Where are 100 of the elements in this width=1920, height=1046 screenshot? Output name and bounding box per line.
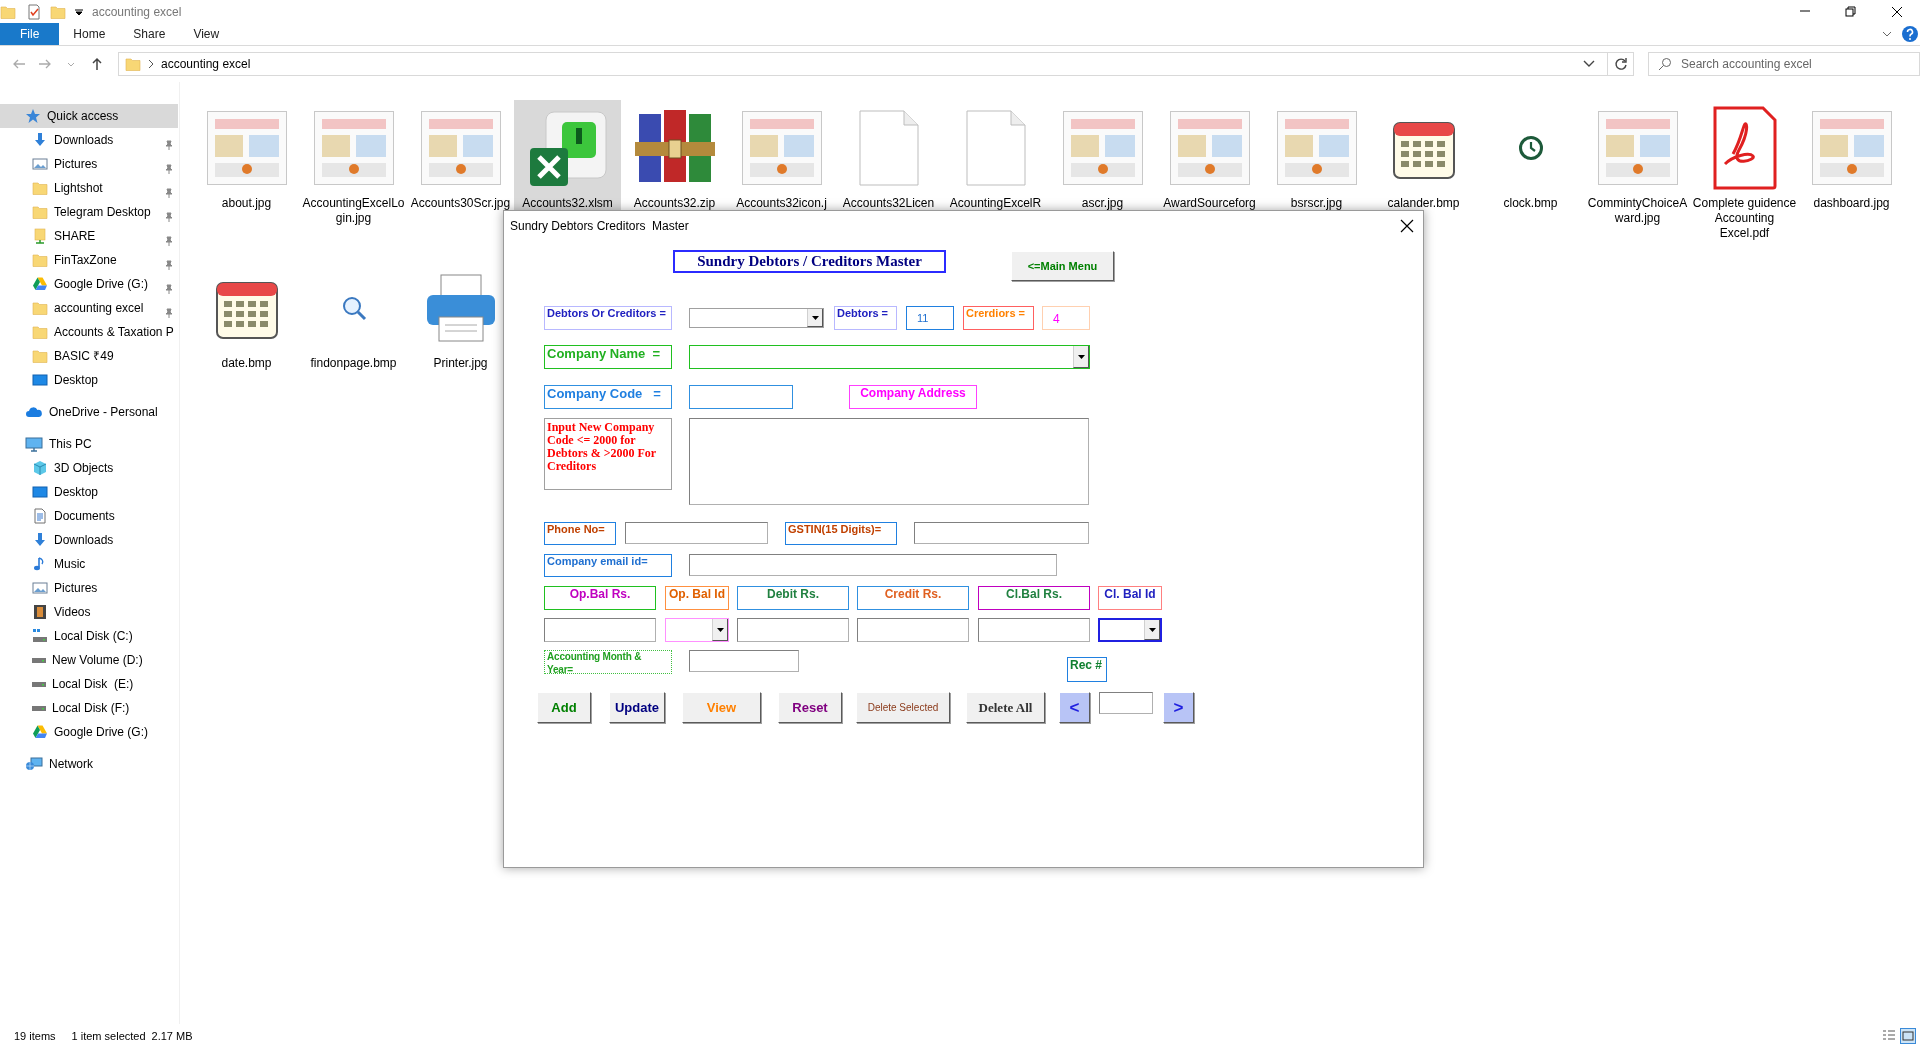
cube-icon	[32, 460, 48, 476]
nav-item[interactable]: BASIC ₹49	[0, 344, 178, 368]
cloud-icon	[25, 404, 43, 420]
column-header: Op.Bal Rs.	[544, 586, 656, 610]
file-item[interactable]: date.bmp	[193, 260, 300, 420]
hard-drive-icon	[32, 705, 46, 711]
text-field[interactable]	[914, 522, 1089, 544]
column-header: Credit Rs.	[857, 586, 969, 610]
nav-item[interactable]: Google Drive (G:)	[0, 720, 178, 744]
nav-item[interactable]: SHARE	[0, 224, 178, 248]
drive-logo-icon	[32, 724, 48, 740]
file-item[interactable]: CommintyChoiceAward.jpg	[1584, 100, 1691, 260]
ribbon-tab[interactable]: File	[0, 23, 60, 45]
nav-item[interactable]: Desktop	[0, 480, 178, 504]
nav-item[interactable]: Local Disk (F:)	[0, 696, 178, 720]
nav-item[interactable]: OneDrive - Personal	[0, 400, 178, 424]
network-icon	[25, 756, 43, 772]
dropdown[interactable]	[665, 618, 729, 642]
nav-item[interactable]: Google Drive (G:)	[0, 272, 178, 296]
folder-icon	[32, 204, 48, 220]
ribbon-tab[interactable]: Share	[119, 23, 180, 45]
nav-item[interactable]: Telegram Desktop	[0, 200, 178, 224]
nav-item[interactable]: Downloads	[0, 128, 178, 152]
ribbon-tab[interactable]: View	[179, 23, 234, 45]
file-item[interactable]: about.jpg	[193, 100, 300, 260]
text-field[interactable]	[737, 618, 849, 642]
text-field[interactable]	[689, 385, 793, 409]
file-item[interactable]: bsrscr.jpg	[1263, 100, 1370, 260]
window-title: accounting excel	[92, 4, 182, 21]
count-display: 4	[1042, 306, 1090, 330]
picture-icon	[32, 156, 48, 172]
nav-item[interactable]: Network	[0, 752, 178, 776]
text-field[interactable]	[978, 618, 1090, 642]
nav-item[interactable]: New Volume (D:)	[0, 648, 178, 672]
form-button[interactable]: Delete Selected	[856, 692, 950, 723]
file-item[interactable]: dashboard.jpg	[1798, 100, 1905, 260]
selection-info: 1 item selected	[71, 1028, 146, 1044]
form-button[interactable]: Add	[537, 692, 591, 723]
nav-item[interactable]: Local Disk (E:)	[0, 672, 178, 696]
close-icon	[1891, 6, 1903, 18]
field-label: Debtors Or Creditors =	[544, 306, 672, 330]
folder-icon	[32, 324, 48, 340]
previous-button[interactable]: <	[1059, 692, 1090, 723]
nav-item[interactable]: 3D Objects	[0, 456, 178, 480]
nav-item[interactable]: accounting excel	[0, 296, 178, 320]
dropdown[interactable]	[1098, 618, 1162, 642]
dropdown-arrow-icon	[74, 7, 84, 17]
form-button[interactable]: Reset	[778, 692, 842, 723]
nav-item[interactable]: Videos	[0, 600, 178, 624]
column-header: Op. Bal Id	[665, 586, 729, 610]
document-icon	[32, 508, 48, 524]
file-item[interactable]: Printer.jpg	[407, 260, 514, 420]
picture-icon	[32, 580, 48, 596]
restore-icon	[1845, 6, 1857, 18]
ribbon-tab[interactable]: Home	[59, 23, 120, 45]
next-button[interactable]: >	[1163, 692, 1194, 723]
form-button[interactable]: Delete All	[966, 692, 1045, 723]
nav-item[interactable]: Lightshot	[0, 176, 178, 200]
file-item[interactable]: calander.bmp	[1370, 100, 1477, 260]
file-item[interactable]: findonpage.bmp	[300, 260, 407, 420]
nav-item[interactable]: Pictures	[0, 576, 178, 600]
main-menu-button[interactable]: <=Main Menu	[1011, 251, 1114, 281]
nav-item[interactable]: FinTaxZone	[0, 248, 178, 272]
refresh-button[interactable]	[1608, 52, 1634, 76]
text-field[interactable]	[689, 650, 799, 672]
text-field[interactable]	[625, 522, 768, 544]
nav-item[interactable]: Pictures	[0, 152, 178, 176]
form-button[interactable]: Update	[609, 692, 665, 723]
file-item[interactable]: AwardSourceforg	[1156, 100, 1263, 260]
nav-item[interactable]: Local Disk (C:)	[0, 624, 178, 648]
address-field[interactable]	[689, 418, 1089, 505]
nav-item[interactable]: Downloads	[0, 528, 178, 552]
text-field[interactable]	[544, 618, 656, 642]
up-icon	[90, 57, 104, 71]
nav-item[interactable]: Documents	[0, 504, 178, 528]
text-field[interactable]	[689, 554, 1057, 576]
text-field[interactable]	[857, 618, 969, 642]
file-item[interactable]: Complete guidence Accounting Excel.pdf	[1691, 100, 1798, 260]
file-item[interactable]: AccountingExcelLogin.jpg	[300, 100, 407, 260]
address-field[interactable]: accounting excel	[118, 52, 1608, 76]
nav-item[interactable]: This PC	[0, 432, 178, 456]
nav-item[interactable]: Desktop	[0, 368, 178, 392]
film-icon	[32, 604, 48, 620]
hard-drive-icon	[32, 657, 46, 663]
nav-item[interactable]: Music	[0, 552, 178, 576]
nav-item[interactable]: Quick access	[0, 104, 178, 128]
folder-icon	[32, 300, 48, 316]
star-icon	[25, 108, 41, 124]
record-field[interactable]	[1099, 692, 1153, 714]
field-label: Company Code =	[544, 385, 672, 409]
document-icon	[965, 110, 1026, 186]
search-field[interactable]: Search accounting excel	[1648, 52, 1920, 76]
field-label: Accounting Month & Year=	[544, 650, 672, 674]
field-label: Company Address	[849, 385, 977, 409]
chevron-down-icon	[1882, 30, 1892, 38]
nav-item[interactable]: Accounts & Taxation P	[0, 320, 178, 344]
file-item[interactable]: clock.bmp	[1477, 100, 1584, 260]
computer-icon	[25, 436, 43, 452]
drive-logo-icon	[32, 276, 48, 292]
caret-icon	[716, 627, 724, 632]
